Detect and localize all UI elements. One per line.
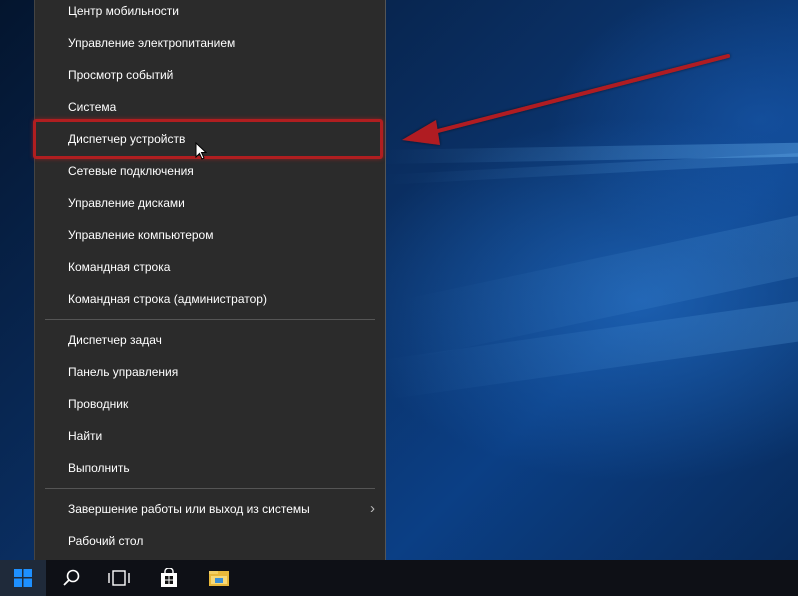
windows-start-icon [14, 569, 32, 587]
task-view-button[interactable] [96, 560, 142, 596]
windows-start-button[interactable] [0, 560, 46, 596]
store-button[interactable] [146, 560, 192, 596]
task-view-icon [108, 570, 130, 586]
mouse-cursor-icon [195, 142, 208, 160]
search-button[interactable] [48, 560, 94, 596]
file-explorer-icon [209, 571, 229, 586]
taskbar [0, 560, 798, 596]
store-icon [161, 568, 177, 587]
file-explorer-button[interactable] [196, 560, 242, 596]
search-icon [63, 569, 80, 586]
annotation-arrow [402, 54, 730, 145]
